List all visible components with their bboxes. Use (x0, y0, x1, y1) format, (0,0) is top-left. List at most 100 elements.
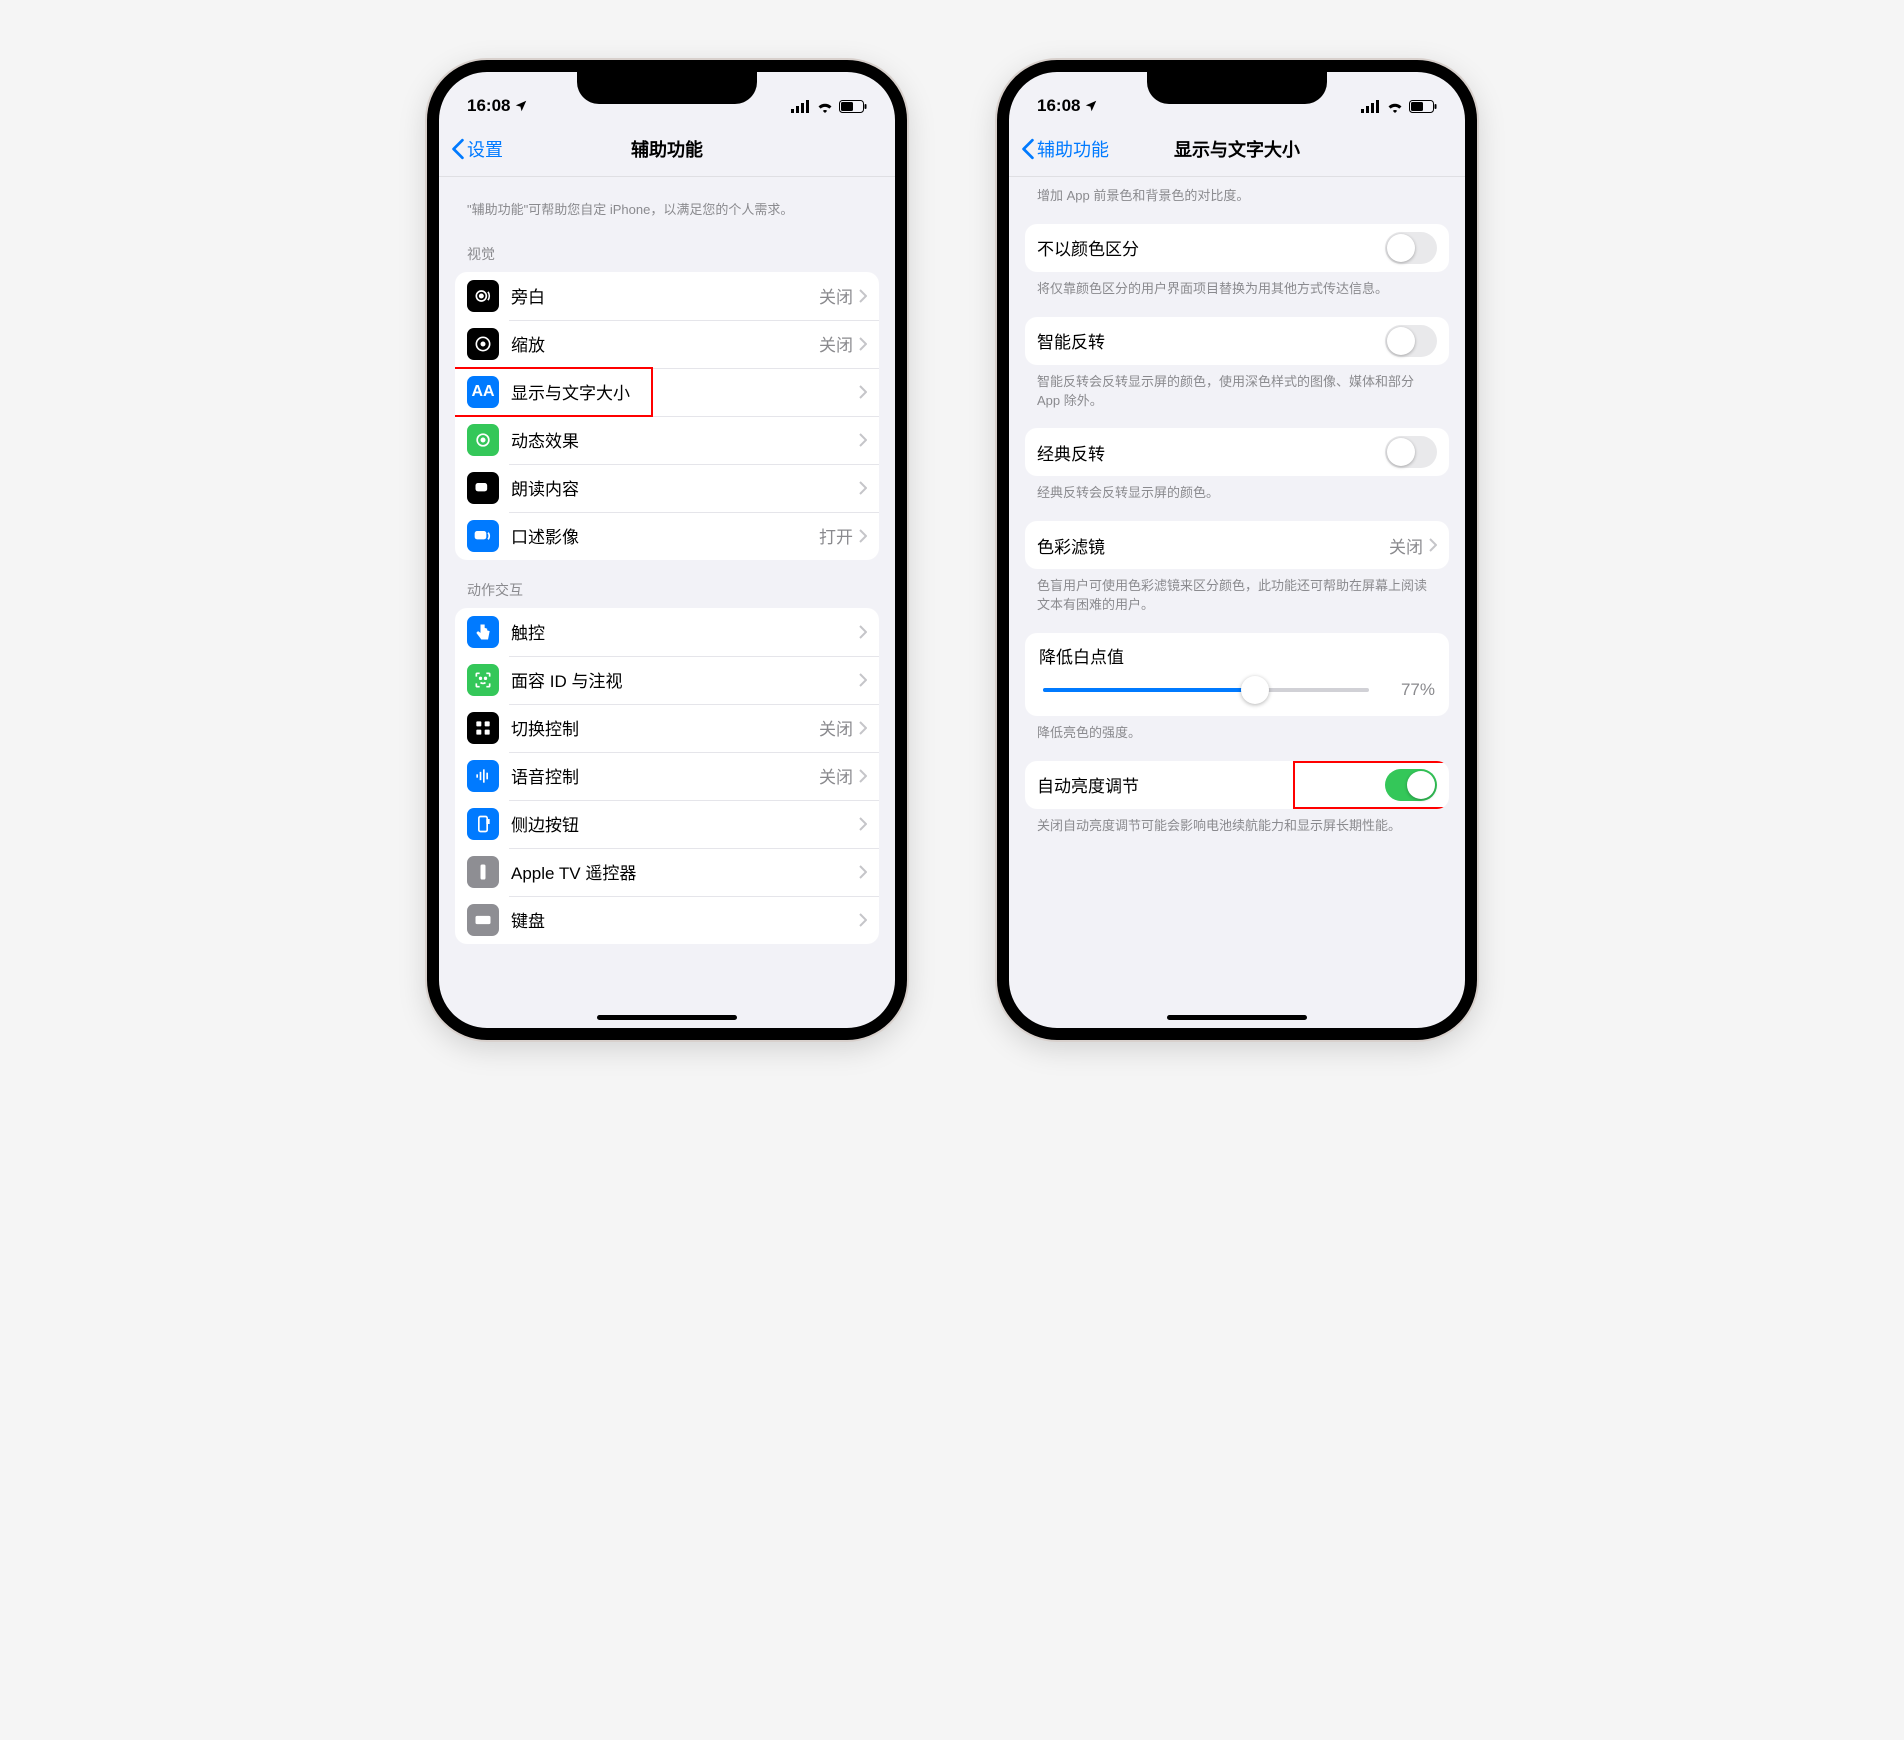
row-label: 显示与文字大小 (511, 379, 859, 404)
group-differentiate: 不以颜色区分 (1025, 224, 1449, 272)
row-label: 旁白 (511, 283, 819, 308)
cellular-icon (791, 100, 811, 113)
row-value: 关闭 (819, 331, 853, 356)
row-value: 关闭 (819, 763, 853, 788)
row-label: 自动亮度调节 (1037, 772, 1385, 797)
location-icon (1084, 99, 1098, 113)
row-label: 缩放 (511, 331, 819, 356)
voiceover-icon (467, 280, 499, 312)
chevron-right-icon (859, 289, 867, 303)
row-classic-invert[interactable]: 经典反转 (1025, 428, 1449, 476)
chevron-left-icon (451, 138, 465, 160)
toggle-classic-invert[interactable] (1385, 436, 1437, 468)
row-label: 动态效果 (511, 427, 859, 452)
back-button[interactable]: 辅助功能 (1021, 136, 1109, 162)
row-touch[interactable]: 触控 (455, 608, 879, 656)
row-label: 语音控制 (511, 763, 819, 788)
textsize-icon: AA (467, 376, 499, 408)
touch-icon (467, 616, 499, 648)
row-zoom[interactable]: 缩放 关闭 (455, 320, 879, 368)
content[interactable]: 增加 App 前景色和背景色的对比度。 不以颜色区分 将仅靠颜色区分的用户界面项… (1009, 177, 1465, 1025)
chevron-right-icon (859, 337, 867, 351)
row-faceid[interactable]: 面容 ID 与注视 (455, 656, 879, 704)
row-color-filters[interactable]: 色彩滤镜 关闭 (1025, 521, 1449, 569)
row-label: 不以颜色区分 (1037, 235, 1385, 260)
row-differentiate-color[interactable]: 不以颜色区分 (1025, 224, 1449, 272)
chevron-right-icon (859, 529, 867, 543)
row-label: 侧边按钮 (511, 811, 859, 836)
notch (577, 70, 757, 104)
row-label: 面容 ID 与注视 (511, 667, 859, 692)
row-side-button[interactable]: 侧边按钮 (455, 800, 879, 848)
footer-smart-invert: 智能反转会反转显示屏的颜色，使用深色样式的图像、媒体和部分 App 除外。 (1025, 365, 1449, 415)
status-time: 16:08 (467, 96, 510, 116)
chevron-right-icon (859, 769, 867, 783)
row-voiceover[interactable]: 旁白 关闭 (455, 272, 879, 320)
keyboard-icon (467, 904, 499, 936)
row-audio-desc[interactable]: 口述影像 打开 (455, 512, 879, 560)
row-switch-control[interactable]: 切换控制 关闭 (455, 704, 879, 752)
phone-left: 16:08 设置 辅助功能 "辅助功能"可帮助您自定 iPhone，以满足您的个… (427, 60, 907, 1040)
whitepoint-slider[interactable] (1043, 688, 1369, 692)
chevron-right-icon (859, 673, 867, 687)
chevron-right-icon (859, 865, 867, 879)
wifi-icon (816, 100, 834, 113)
chevron-right-icon (859, 385, 867, 399)
sidebutton-icon (467, 808, 499, 840)
toggle-differentiate[interactable] (1385, 232, 1437, 264)
row-label: 朗读内容 (511, 475, 859, 500)
row-label: 口述影像 (511, 523, 819, 548)
footer-color-filters: 色盲用户可使用色彩滤镜来区分颜色，此功能还可帮助在屏幕上阅读文本有困难的用户。 (1025, 569, 1449, 619)
toggle-auto-brightness[interactable] (1385, 769, 1437, 801)
nav-bar: 设置 辅助功能 (439, 128, 895, 177)
row-label: 键盘 (511, 907, 859, 932)
wifi-icon (1386, 100, 1404, 113)
footer-auto-brightness: 关闭自动亮度调节可能会影响电池续航能力和显示屏长期性能。 (1025, 809, 1449, 840)
home-indicator (597, 1015, 737, 1020)
row-voice-control[interactable]: 语音控制 关闭 (455, 752, 879, 800)
row-auto-brightness[interactable]: 自动亮度调节 (1025, 761, 1449, 809)
row-keyboard[interactable]: 键盘 (455, 896, 879, 944)
row-value: 关闭 (1389, 533, 1423, 558)
row-motion[interactable]: 动态效果 (455, 416, 879, 464)
row-label: 智能反转 (1037, 328, 1385, 353)
back-label: 设置 (467, 136, 503, 162)
remote-icon (467, 856, 499, 888)
group-smart-invert: 智能反转 (1025, 317, 1449, 365)
group-classic-invert: 经典反转 (1025, 428, 1449, 476)
back-label: 辅助功能 (1037, 136, 1109, 162)
nav-bar: 辅助功能 显示与文字大小 (1009, 128, 1465, 177)
notch (1147, 70, 1327, 104)
row-display-text-size[interactable]: AA 显示与文字大小 (455, 368, 879, 416)
battery-icon (1409, 100, 1437, 113)
row-label: 经典反转 (1037, 440, 1385, 465)
group-color-filters: 色彩滤镜 关闭 (1025, 521, 1449, 569)
row-smart-invert[interactable]: 智能反转 (1025, 317, 1449, 365)
section-header-interaction: 动作交互 (455, 560, 879, 608)
location-icon (514, 99, 528, 113)
phone-right: 16:08 辅助功能 显示与文字大小 增加 App 前景色和背景色的对比度。 (997, 60, 1477, 1040)
chevron-right-icon (859, 481, 867, 495)
row-spoken-content[interactable]: 朗读内容 (455, 464, 879, 512)
toggle-smart-invert[interactable] (1385, 325, 1437, 357)
row-value: 打开 (819, 523, 853, 548)
chevron-right-icon (1429, 538, 1437, 552)
section-header-vision: 视觉 (455, 224, 879, 272)
content[interactable]: "辅助功能"可帮助您自定 iPhone，以满足您的个人需求。 视觉 旁白 关闭 … (439, 177, 895, 1025)
audiodesc-icon (467, 520, 499, 552)
cellular-icon (1361, 100, 1381, 113)
footer-contrast: 增加 App 前景色和背景色的对比度。 (1025, 177, 1449, 210)
chevron-right-icon (859, 817, 867, 831)
intro-text: "辅助功能"可帮助您自定 iPhone，以满足您的个人需求。 (455, 177, 879, 224)
row-appletv-remote[interactable]: Apple TV 遥控器 (455, 848, 879, 896)
footer-differentiate: 将仅靠颜色区分的用户界面项目替换为用其他方式传达信息。 (1025, 272, 1449, 303)
faceid-icon (467, 664, 499, 696)
chevron-left-icon (1021, 138, 1035, 160)
group-vision: 旁白 关闭 缩放 关闭 AA 显示与文字大小 (455, 272, 879, 560)
home-indicator (1167, 1015, 1307, 1020)
status-time: 16:08 (1037, 96, 1080, 116)
back-button[interactable]: 设置 (451, 136, 503, 162)
row-value: 关闭 (819, 283, 853, 308)
chevron-right-icon (859, 433, 867, 447)
chevron-right-icon (859, 721, 867, 735)
